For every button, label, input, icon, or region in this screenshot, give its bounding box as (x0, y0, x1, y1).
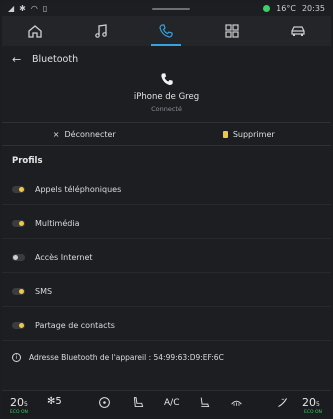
ac-button[interactable]: A/C (164, 398, 179, 408)
home-icon (28, 25, 42, 38)
bluetooth-address-row: i Adresse Bluetooth de l'appareil : 54:9… (2, 344, 331, 370)
outside-temperature: 16°C (276, 4, 296, 13)
status-bar: ◢ ✱ ◠ ▯ 16°C 20:35 (2, 2, 331, 16)
wifi-icon: ◠ (30, 4, 38, 13)
profiles-heading: Profils (12, 156, 43, 166)
left-temperature[interactable]: 205 (10, 396, 28, 409)
car-icon (291, 26, 305, 36)
profile-row-internet[interactable]: Accès Internet (2, 242, 331, 273)
music-icon (94, 24, 107, 38)
toggle-switch[interactable] (12, 219, 25, 227)
delete-label: Supprimer (232, 129, 275, 139)
disconnect-button[interactable]: × Déconnecter (2, 123, 167, 145)
notification-handle[interactable] (152, 8, 190, 10)
bluetooth-icon: ✱ (19, 4, 26, 13)
screen: ◢ ✱ ◠ ▯ 16°C 20:35 ← Bluetooth iPhone de… (2, 2, 331, 417)
profile-label: Appels téléphoniques (35, 184, 122, 194)
status-dot (263, 5, 271, 12)
right-temperature[interactable]: 205 (302, 396, 320, 409)
seat-heat-button[interactable] (98, 396, 111, 412)
disconnect-label: Déconnecter (64, 129, 116, 139)
airflow-button[interactable] (276, 396, 289, 412)
profile-row-multimedia[interactable]: Multimédia (2, 208, 331, 239)
phone-icon (160, 73, 173, 85)
eco-label-right: ECO ON (304, 410, 322, 415)
info-icon: i (12, 352, 21, 362)
fan-speed[interactable]: ✻5 (47, 396, 62, 407)
profile-label: Partage de contacts (35, 320, 115, 330)
page-title: Bluetooth (32, 53, 79, 65)
toggle-switch[interactable] (12, 287, 25, 295)
device-name: iPhone de Greg (133, 92, 200, 102)
seat-heat-right-button[interactable] (198, 396, 211, 412)
toggle-switch[interactable] (12, 321, 25, 329)
profile-row-contacts[interactable]: Partage de contacts (2, 310, 331, 341)
defrost-icon (231, 400, 242, 406)
profile-label: SMS (35, 286, 53, 296)
bluetooth-address: Adresse Bluetooth de l'appareil : 54:99:… (29, 352, 224, 362)
connection-status: Connecté (151, 105, 182, 113)
main-navigation (2, 16, 331, 46)
profile-row-sms[interactable]: SMS (2, 276, 331, 307)
delete-button[interactable]: Supprimer (167, 123, 332, 145)
battery-icon: ▯ (42, 4, 48, 13)
seat-button[interactable] (132, 396, 145, 412)
profile-label: Accès Internet (35, 252, 93, 262)
signal-icon: ◢ (8, 4, 15, 13)
seat-heating-icon (200, 397, 210, 408)
device-actions: × Déconnecter Supprimer (2, 122, 331, 146)
defrost-button[interactable] (230, 396, 243, 412)
tab-home[interactable] (2, 16, 68, 46)
seat-icon (133, 397, 144, 408)
tab-phone[interactable] (134, 16, 200, 46)
toggle-switch[interactable] (12, 185, 25, 193)
apps-grid-icon (225, 24, 239, 38)
tab-apps[interactable] (199, 16, 265, 46)
profile-label: Multimédia (35, 218, 80, 228)
toggle-switch[interactable] (12, 253, 25, 261)
eco-label-left: ECO ON (10, 410, 28, 415)
page-header: ← Bluetooth (2, 46, 331, 72)
device-info: iPhone de Greg Connecté (2, 72, 331, 113)
climate-bar: 205 ECO ON ✻5 A/C 205 ECO ON (2, 390, 331, 417)
close-icon: × (52, 129, 60, 139)
tab-music[interactable] (68, 16, 134, 46)
tab-vehicle[interactable] (265, 16, 331, 46)
phone-icon (159, 24, 174, 38)
airflow-icon (278, 398, 288, 408)
trash-icon (222, 130, 228, 138)
clock: 20:35 (301, 4, 325, 13)
profile-row-calls[interactable]: Appels téléphoniques (2, 174, 331, 205)
steering-wheel-icon (99, 397, 110, 408)
back-arrow-icon[interactable]: ← (12, 53, 24, 66)
